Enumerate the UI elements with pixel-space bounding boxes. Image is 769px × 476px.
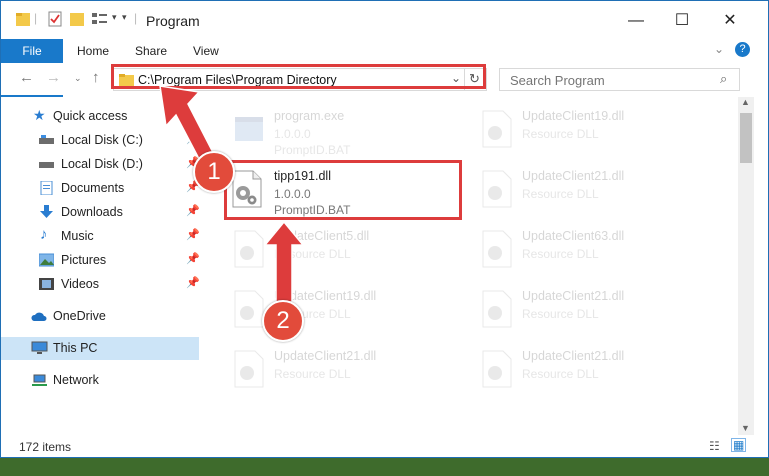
annotation-arrows: [159, 85, 305, 303]
step-badge-2: 2: [262, 300, 304, 342]
arrow-to-file: [263, 220, 305, 303]
step-badge-1: 1: [193, 151, 235, 193]
